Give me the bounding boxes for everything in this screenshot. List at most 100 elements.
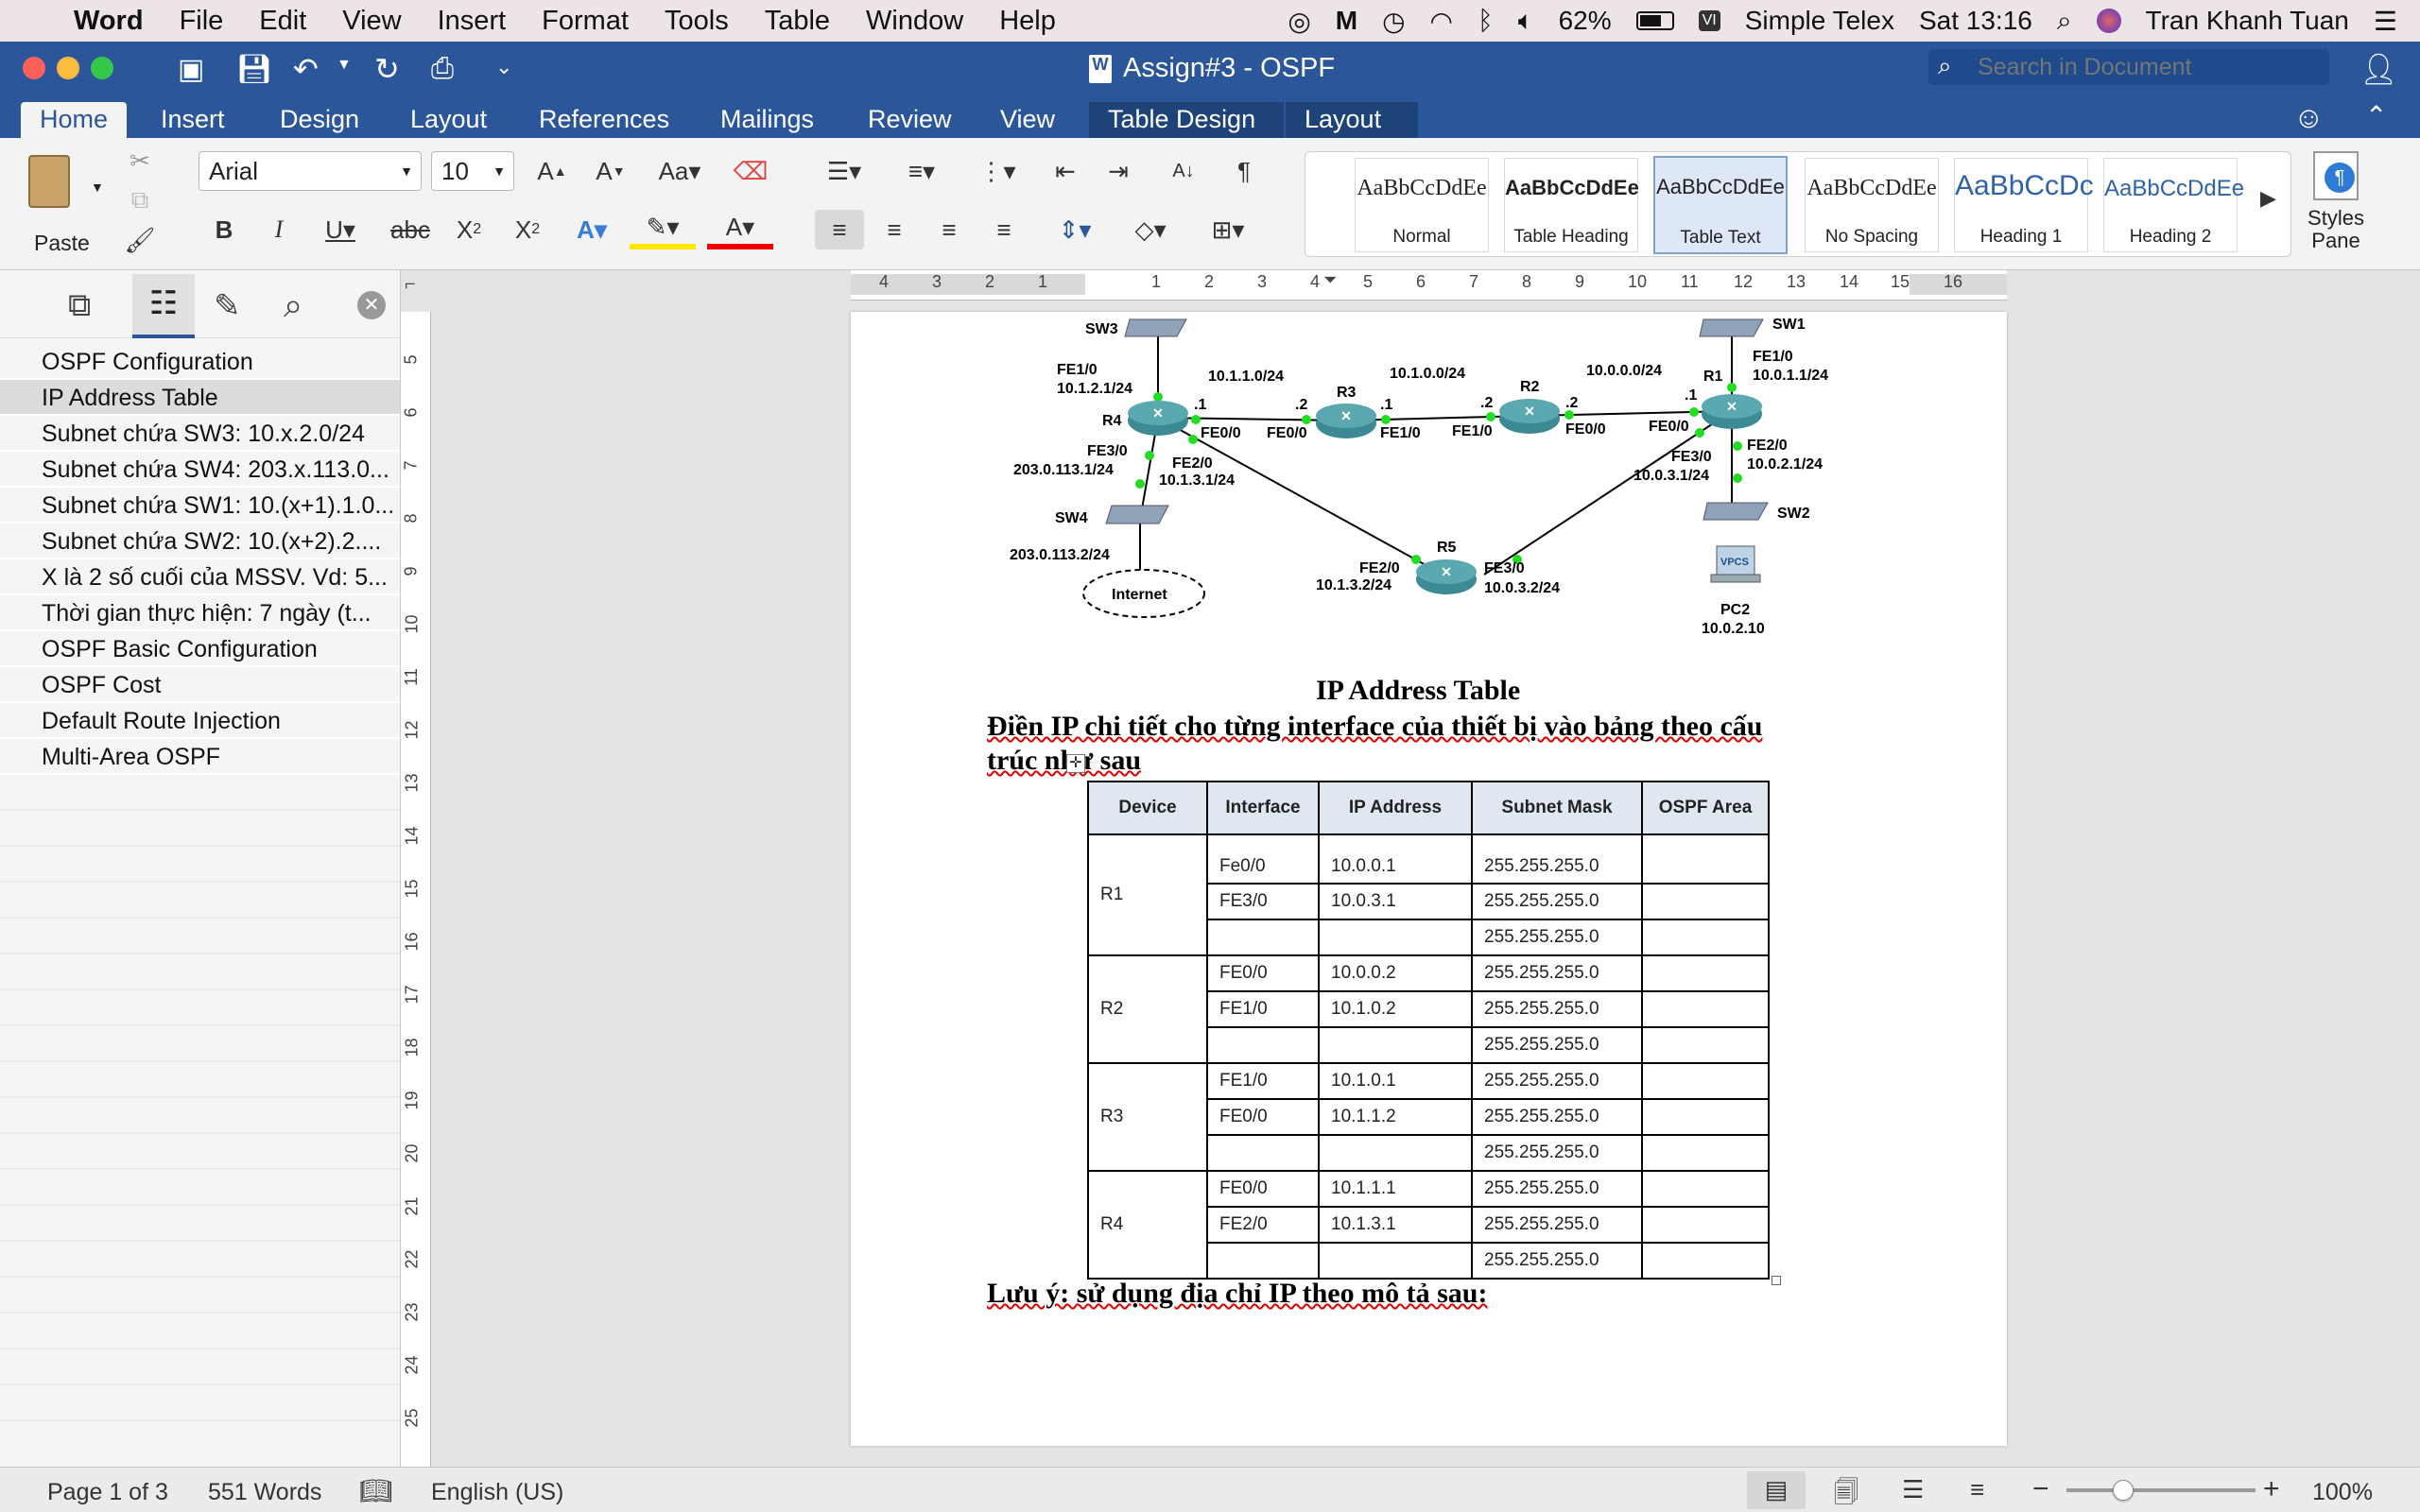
- cell-ospf-area[interactable]: [1641, 1242, 1770, 1280]
- zoom-slider[interactable]: [2066, 1480, 2256, 1501]
- cell-interface[interactable]: [1206, 1242, 1320, 1280]
- cell-mask[interactable]: 255.255.255.0: [1471, 1242, 1643, 1280]
- style-heading-1[interactable]: AaBbCcDc Heading 1: [1954, 158, 2094, 252]
- cell-ip[interactable]: 10.1.0.1: [1318, 1062, 1473, 1100]
- tab-mailings[interactable]: Mailings: [701, 102, 833, 138]
- cell-mask[interactable]: 255.255.255.0: [1471, 833, 1643, 885]
- menu-help[interactable]: Help: [999, 6, 1056, 37]
- cell-interface[interactable]: [1206, 1026, 1320, 1064]
- redo-icon[interactable]: ↻: [374, 51, 400, 87]
- notification-center-icon[interactable]: ☰: [2374, 6, 2397, 37]
- cell-ip[interactable]: 10.1.3.1: [1318, 1206, 1473, 1244]
- search-input[interactable]: [1978, 53, 2318, 81]
- cell-device[interactable]: R1: [1087, 833, 1208, 956]
- sort-button[interactable]: A↓: [1159, 151, 1208, 191]
- numbering-button[interactable]: ≡▾: [889, 151, 955, 191]
- indent-marker-icon[interactable]: ⏷: [1323, 270, 1337, 290]
- highlight-color-button[interactable]: ✎▾: [630, 210, 696, 249]
- nav-heading-item[interactable]: OSPF Cost: [0, 667, 400, 703]
- cell-ip[interactable]: [1318, 1134, 1473, 1172]
- cell-mask[interactable]: 255.255.255.0: [1471, 1062, 1643, 1100]
- style-normal[interactable]: AaBbCcDdEe Normal: [1355, 158, 1489, 252]
- align-left-button[interactable]: ≡: [815, 210, 864, 249]
- cell-interface[interactable]: Fe0/0: [1206, 833, 1320, 885]
- align-right-button[interactable]: ≡: [925, 210, 974, 249]
- print-icon[interactable]: ⎙: [431, 53, 454, 85]
- zoom-out-icon[interactable]: −: [2032, 1473, 2049, 1505]
- nav-heading-item[interactable]: Multi-Area OSPF: [0, 739, 400, 775]
- cell-ospf-area[interactable]: [1641, 954, 1770, 992]
- style-no-spacing[interactable]: AaBbCcDdEe No Spacing: [1805, 158, 1939, 252]
- italic-button[interactable]: I: [257, 210, 301, 249]
- wifi-icon[interactable]: ◠: [1430, 6, 1453, 37]
- nav-heading-item[interactable]: IP Address Table: [0, 380, 400, 416]
- clock[interactable]: Sat 13:16: [1919, 6, 2032, 36]
- menu-file[interactable]: File: [180, 6, 224, 37]
- menu-tools[interactable]: Tools: [665, 6, 729, 37]
- cell-ospf-area[interactable]: [1641, 990, 1770, 1028]
- cell-ip[interactable]: 10.1.1.1: [1318, 1170, 1473, 1208]
- cell-interface[interactable]: FE3/0: [1206, 883, 1320, 920]
- cell-ospf-area[interactable]: [1641, 883, 1770, 920]
- cell-ospf-area[interactable]: [1641, 1170, 1770, 1208]
- menu-edit[interactable]: Edit: [259, 6, 306, 37]
- cell-interface[interactable]: FE1/0: [1206, 1062, 1320, 1100]
- battery-icon[interactable]: [1635, 11, 1674, 30]
- close-pane-icon[interactable]: ✕: [357, 291, 386, 319]
- nav-heading-item[interactable]: Subnet chứa SW1: 10.(x+1).1.0...: [0, 488, 400, 524]
- cell-ip[interactable]: [1318, 919, 1473, 956]
- collapse-ribbon-icon[interactable]: ⌃: [2365, 100, 2387, 131]
- table-resize-handle[interactable]: [1772, 1276, 1781, 1285]
- cell-interface[interactable]: FE0/0: [1206, 1098, 1320, 1136]
- style-table-text[interactable]: AaBbCcDdEe Table Text: [1653, 156, 1788, 254]
- bluetooth-icon[interactable]: ᛒ: [1478, 6, 1494, 36]
- time-machine-icon[interactable]: ◷: [1382, 6, 1405, 37]
- nav-heading-item[interactable]: Subnet chứa SW2: 10.(x+2).2....: [0, 524, 400, 559]
- m-app-icon[interactable]: M: [1336, 6, 1357, 36]
- siri-icon[interactable]: [2096, 9, 2121, 33]
- page-indicator[interactable]: Page 1 of 3: [47, 1479, 168, 1506]
- cell-ospf-area[interactable]: [1641, 1098, 1770, 1136]
- tab-view[interactable]: View: [981, 102, 1074, 138]
- cell-interface[interactable]: FE1/0: [1206, 990, 1320, 1028]
- cell-ip[interactable]: [1318, 1242, 1473, 1280]
- nav-heading-item[interactable]: OSPF Configuration: [0, 344, 400, 380]
- spotlight-icon[interactable]: ⌕: [2057, 6, 2072, 37]
- nav-heading-item[interactable]: Subnet chứa SW3: 10.x.2.0/24: [0, 416, 400, 452]
- cell-ip[interactable]: 10.1.1.2: [1318, 1098, 1473, 1136]
- font-color-button[interactable]: A▾: [707, 210, 773, 249]
- print-layout-view-icon[interactable]: ▤: [1747, 1471, 1806, 1509]
- cell-ip[interactable]: [1318, 1026, 1473, 1064]
- ip-address-table[interactable]: Device Interface IP Address Subnet Mask …: [1087, 781, 1770, 1280]
- underline-button[interactable]: U▾: [312, 210, 369, 249]
- tab-table-layout[interactable]: Layout: [1286, 102, 1418, 138]
- nav-search-icon[interactable]: ⌕: [284, 285, 302, 326]
- volume-icon[interactable]: 🔈︎: [1518, 6, 1534, 37]
- menu-table[interactable]: Table: [765, 6, 830, 37]
- reviewing-pane-icon[interactable]: ✎: [214, 287, 241, 325]
- zoom-level[interactable]: 100%: [2312, 1479, 2373, 1506]
- menu-window[interactable]: Window: [866, 6, 963, 37]
- cell-ip[interactable]: 10.0.0.1: [1318, 833, 1473, 885]
- instruction-line-1[interactable]: Điền IP chi tiết cho từng interface của …: [987, 711, 1762, 743]
- input-method-label[interactable]: Simple Telex: [1745, 6, 1894, 36]
- bullets-button[interactable]: ☰▾: [811, 151, 877, 191]
- sidebar-toggle-icon[interactable]: ▣: [178, 53, 204, 86]
- user-name[interactable]: Tran Khanh Tuan: [2146, 6, 2349, 36]
- save-icon[interactable]: 💾︎: [236, 53, 272, 86]
- copy-icon[interactable]: ⧉: [121, 183, 159, 217]
- style-heading-2[interactable]: AaBbCcDdEe Heading 2: [2103, 158, 2244, 252]
- tab-home[interactable]: Home: [21, 102, 128, 138]
- zoom-in-icon[interactable]: +: [2263, 1473, 2280, 1505]
- font-name-select[interactable]: Arial ▼: [199, 151, 422, 191]
- nav-heading-item[interactable]: Subnet chứa SW4: 203.x.113.0...: [0, 452, 400, 488]
- cell-mask[interactable]: 255.255.255.0: [1471, 1170, 1643, 1208]
- cell-ospf-area[interactable]: [1641, 1026, 1770, 1064]
- cell-ospf-area[interactable]: [1641, 1134, 1770, 1172]
- gallery-next-icon[interactable]: ▶: [2260, 186, 2276, 211]
- cut-icon[interactable]: ✂: [121, 144, 159, 178]
- nav-heading-item[interactable]: OSPF Basic Configuration: [0, 631, 400, 667]
- draft-view-icon[interactable]: ≡: [1970, 1475, 1984, 1504]
- battery-percent[interactable]: 62%: [1559, 6, 1612, 36]
- minimize-window-button[interactable]: [57, 57, 79, 79]
